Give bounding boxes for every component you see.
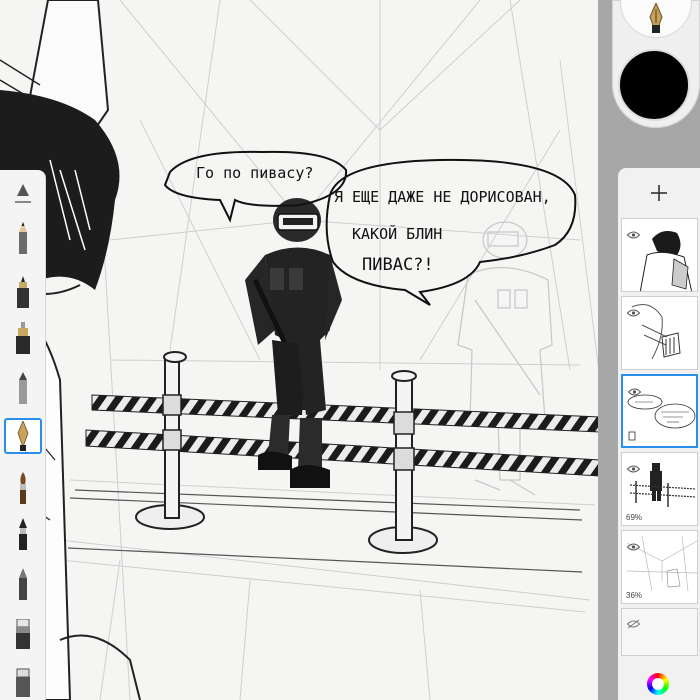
brush-palette-sidebar	[0, 170, 46, 700]
layer-thumbnail-speech-bubbles[interactable]	[621, 374, 698, 448]
layer-visibility-eye-icon[interactable]	[626, 536, 641, 555]
bubble-right-line-3: ПИВАС?!	[362, 255, 434, 275]
add-layer-button[interactable]	[618, 172, 700, 214]
layer-visibility-eye-icon[interactable]	[626, 224, 641, 243]
hard-eraser-icon[interactable]	[4, 616, 42, 652]
layer-thumbnail-background-sketch[interactable]: 36%	[621, 530, 698, 604]
paintbrush-icon[interactable]	[4, 470, 42, 506]
layer-opacity-label: 36%	[626, 591, 643, 600]
current-color-swatch[interactable]	[618, 49, 690, 121]
layer-hidden-eye-icon[interactable]	[626, 614, 641, 633]
layer-thumbnail-soldier[interactable]: 69%	[621, 452, 698, 526]
fountain-pen-icon	[649, 3, 663, 33]
brush-size-slider-icon[interactable]	[4, 176, 42, 212]
marker-icon[interactable]	[4, 370, 42, 406]
bubble-left-text: Го по пивасу?	[196, 164, 314, 182]
fountain-pen-icon[interactable]	[4, 418, 42, 454]
layer-opacity-label: 69%	[626, 513, 643, 522]
bubble-right-line-1: Я ЕЩЕ ДАЖЕ НЕ ДОРИСОВАН,	[334, 188, 551, 206]
bubble-right-line-2: КАКОЙ БЛИН	[352, 225, 443, 243]
layer-visibility-eye-icon[interactable]	[626, 458, 641, 477]
chisel-brush-icon[interactable]	[4, 516, 42, 552]
color-wheel-icon[interactable]	[647, 673, 669, 695]
plus-icon	[651, 185, 667, 201]
layers-panel: 69% 36%	[618, 168, 700, 700]
layer-visibility-eye-icon[interactable]	[627, 381, 642, 400]
layer-visibility-eye-icon[interactable]	[626, 302, 641, 321]
airbrush-icon[interactable]	[4, 320, 42, 356]
pencil-icon[interactable]	[4, 220, 42, 256]
layer-thumbnail-paper[interactable]	[621, 608, 698, 656]
drawing-canvas[interactable]	[0, 0, 700, 700]
smudge-icon[interactable]	[4, 664, 42, 700]
layer-thumbnail-hand-sketch[interactable]	[621, 296, 698, 370]
ink-pen-icon[interactable]	[4, 274, 42, 310]
soft-eraser-icon[interactable]	[4, 566, 42, 602]
layer-thumbnail-character[interactable]	[621, 218, 698, 292]
